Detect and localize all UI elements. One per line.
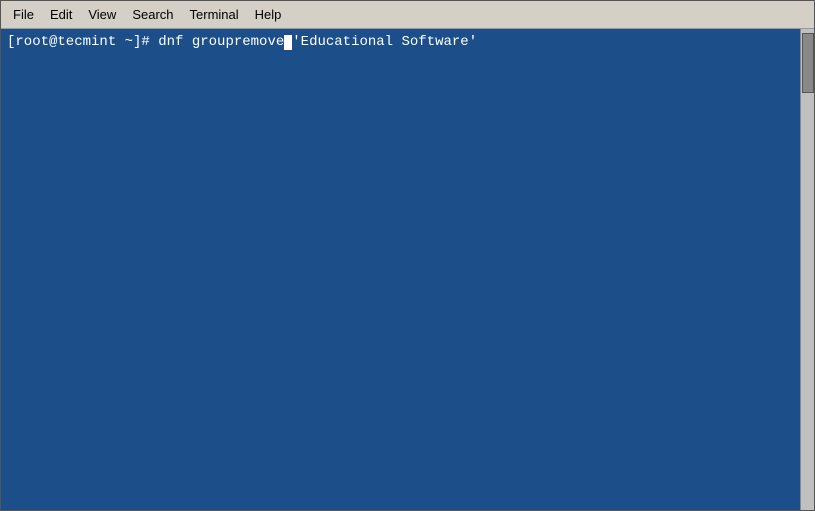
- terminal-body[interactable]: [root@tecmint ~]# dnf groupremove 'Educat…: [1, 29, 814, 510]
- terminal-prompt: [root@tecmint ~]#: [7, 33, 158, 53]
- scrollbar-thumb[interactable]: [802, 33, 814, 93]
- terminal-line: [root@tecmint ~]# dnf groupremove 'Educat…: [7, 33, 808, 53]
- terminal-cursor: [284, 35, 292, 50]
- menu-edit[interactable]: Edit: [42, 5, 80, 24]
- menu-terminal[interactable]: Terminal: [182, 5, 247, 24]
- scrollbar[interactable]: [800, 29, 814, 510]
- terminal-argument: 'Educational Software': [292, 33, 477, 53]
- terminal-window: File Edit View Search Terminal Help [roo…: [0, 0, 815, 511]
- menubar: File Edit View Search Terminal Help: [1, 1, 814, 29]
- menu-view[interactable]: View: [80, 5, 124, 24]
- menu-help[interactable]: Help: [247, 5, 290, 24]
- terminal-command: dnf groupremove: [158, 33, 284, 53]
- menu-search[interactable]: Search: [124, 5, 181, 24]
- menu-file[interactable]: File: [5, 5, 42, 24]
